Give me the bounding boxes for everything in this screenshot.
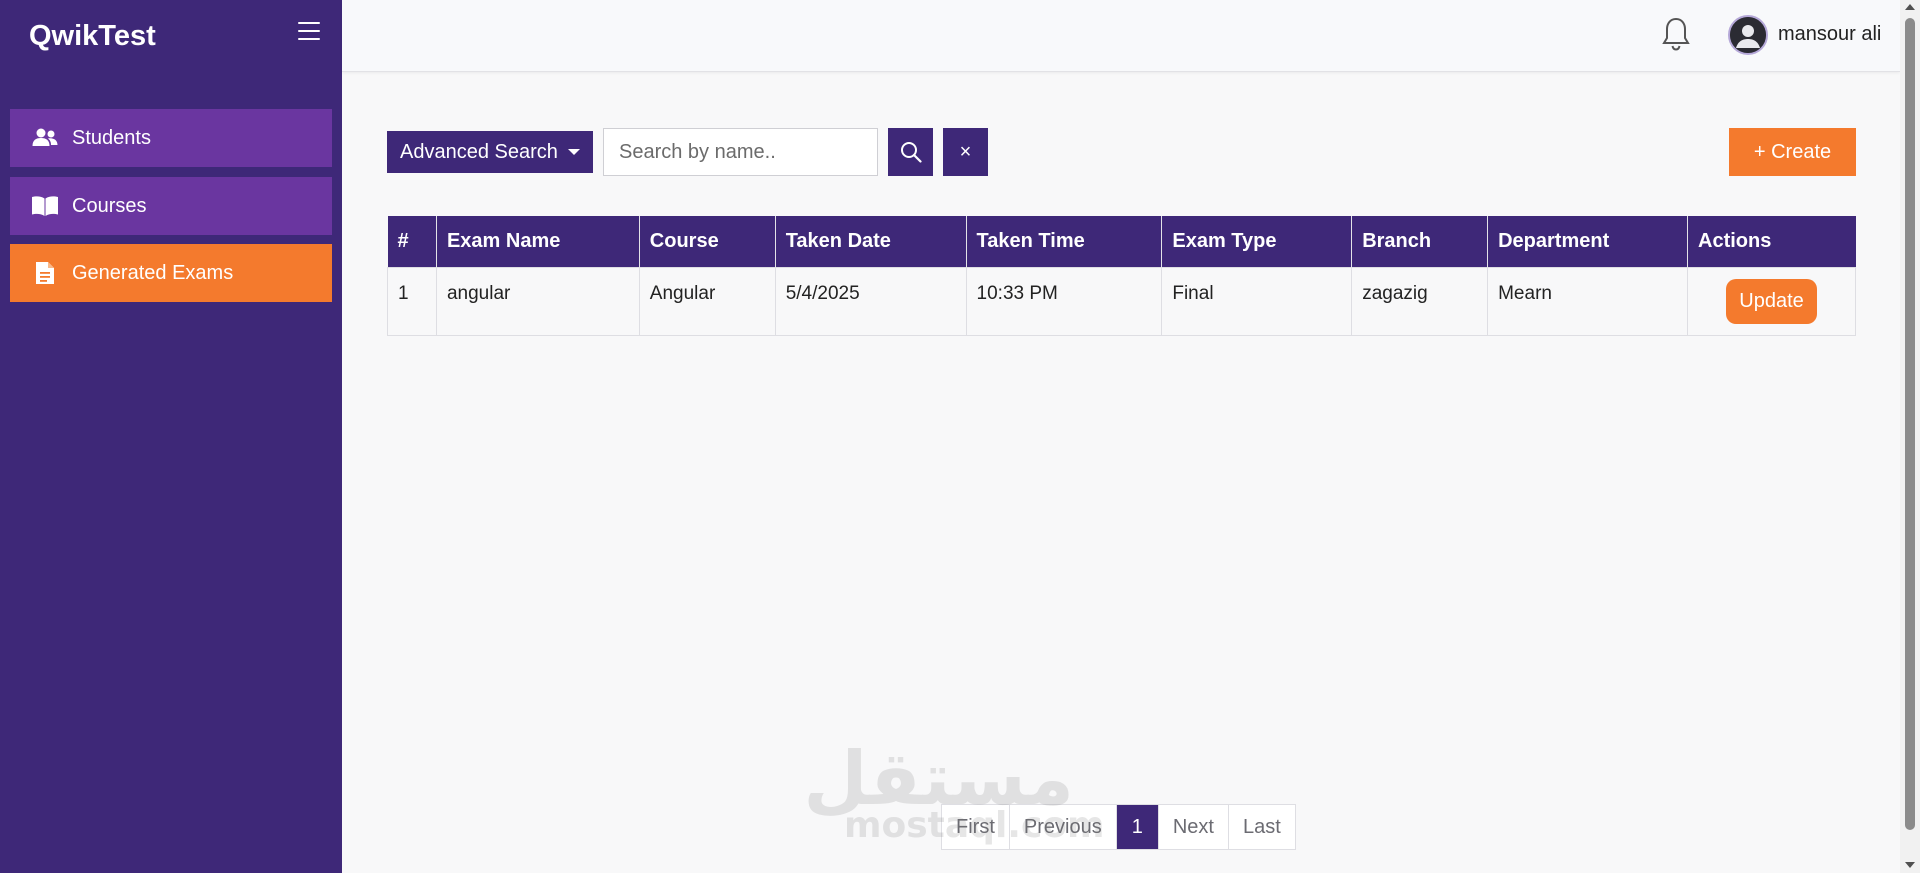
book-icon [30, 194, 60, 218]
pagination-previous[interactable]: Previous [1010, 805, 1117, 849]
table-header-row: # Exam Name Course Taken Date Taken Time… [387, 216, 1856, 267]
sidebar-item-generated-exams[interactable]: Generated Exams [10, 244, 332, 302]
cell-actions: Update [1687, 266, 1856, 336]
column-header: Department [1487, 216, 1688, 267]
hamburger-menu-icon[interactable] [298, 22, 320, 40]
sidebar: QwikTest Students Courses Generated Exam… [0, 0, 342, 873]
scroll-down-arrow-icon[interactable] [1905, 862, 1915, 868]
pagination-next[interactable]: Next [1159, 805, 1229, 849]
cell-taken-time: 10:33 PM [965, 266, 1163, 336]
column-header: Taken Date [775, 216, 967, 267]
search-input[interactable] [603, 128, 878, 176]
exams-table: # Exam Name Course Taken Date Taken Time… [387, 216, 1856, 336]
avatar[interactable] [1728, 15, 1768, 55]
column-header: Exam Type [1161, 216, 1353, 267]
update-button[interactable]: Update [1726, 278, 1817, 324]
advanced-search-label: Advanced Search [400, 140, 558, 163]
sidebar-item-courses[interactable]: Courses [10, 177, 332, 235]
cell-exam-type: Final [1161, 266, 1353, 336]
scroll-thumb[interactable] [1905, 18, 1915, 830]
table-row: 1 angular Angular 5/4/2025 10:33 PM Fina… [387, 266, 1856, 336]
sidebar-item-label: Students [72, 126, 151, 149]
caret-down-icon [567, 149, 580, 155]
page-scrollbar[interactable] [1900, 0, 1920, 873]
scroll-up-arrow-icon[interactable] [1905, 4, 1915, 10]
cell-taken-date: 5/4/2025 [774, 266, 967, 336]
sidebar-item-label: Courses [72, 194, 147, 217]
bell-icon[interactable] [1660, 16, 1692, 52]
document-icon [30, 261, 60, 285]
advanced-search-dropdown[interactable]: Advanced Search [387, 131, 593, 173]
users-icon [30, 126, 60, 150]
pagination-first[interactable]: First [942, 805, 1010, 849]
search-button[interactable] [888, 128, 933, 176]
cell-index: 1 [387, 266, 437, 336]
column-header: Taken Time [966, 216, 1163, 267]
pagination: First Previous 1 Next Last [941, 804, 1296, 850]
column-header: Course [639, 216, 776, 267]
sidebar-item-label: Generated Exams [72, 261, 234, 284]
username[interactable]: mansour ali [1778, 23, 1881, 46]
search-icon [900, 142, 922, 163]
cell-department: Mearn [1487, 266, 1688, 336]
pagination-page-current[interactable]: 1 [1116, 805, 1159, 849]
pagination-last[interactable]: Last [1229, 805, 1295, 849]
create-button[interactable]: + Create [1729, 128, 1856, 176]
cell-course: Angular [638, 266, 776, 336]
column-header: Actions [1687, 216, 1856, 267]
brand-logo[interactable]: QwikTest [29, 20, 156, 53]
sidebar-item-students[interactable]: Students [10, 109, 332, 167]
cell-branch: zagazig [1351, 266, 1489, 336]
column-header: Branch [1351, 216, 1489, 267]
cell-exam-name: angular [435, 266, 640, 336]
clear-search-button[interactable]: × [943, 128, 988, 176]
column-header: # [387, 216, 437, 267]
column-header: Exam Name [436, 216, 640, 267]
